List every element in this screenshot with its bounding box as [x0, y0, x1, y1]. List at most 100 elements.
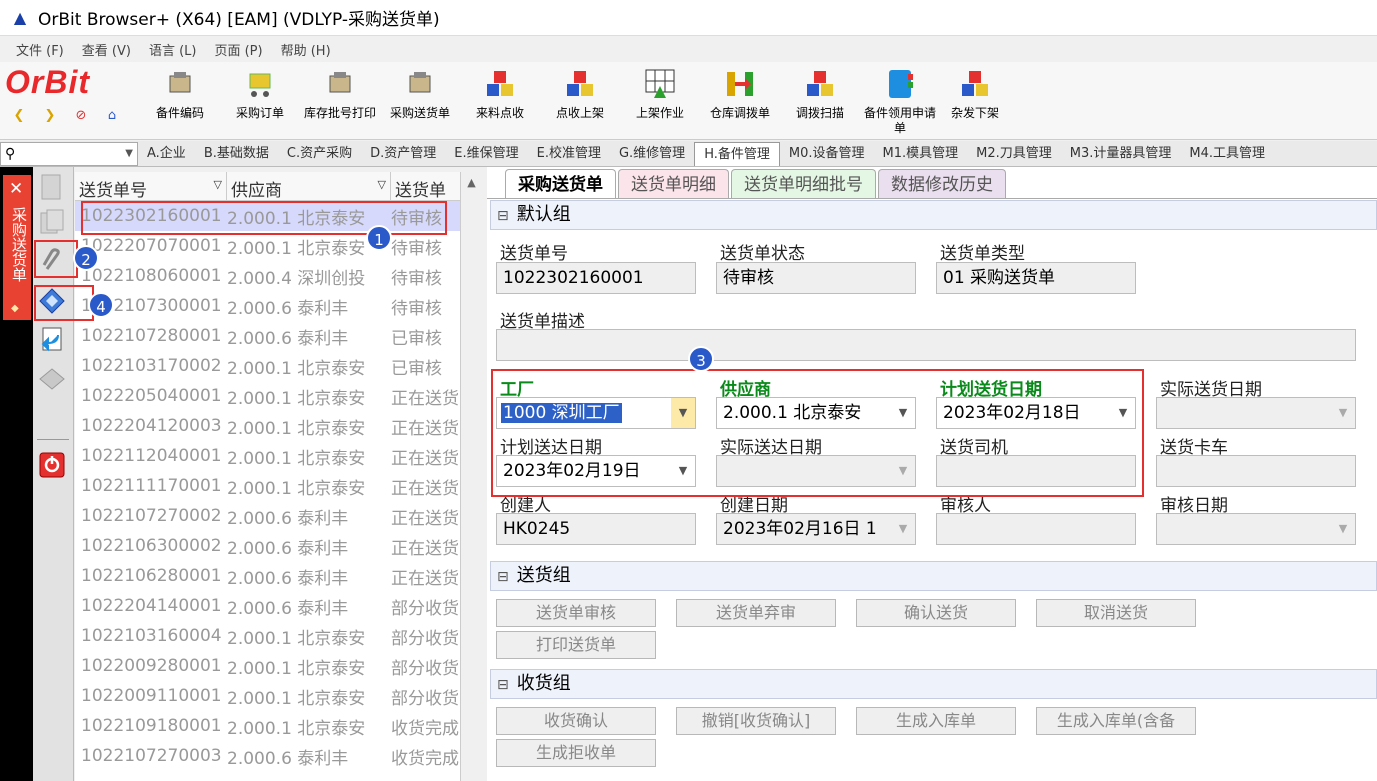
menu-language[interactable]: 语言 (L) [149, 40, 197, 59]
search-input[interactable]: ⚲ ▼ [0, 141, 138, 166]
list-item[interactable]: 1022204120003 2.000.1 北京泰安 正在送货 [75, 411, 460, 441]
list-item[interactable]: 1022103160004 2.000.1 北京泰安 部分收货 [75, 621, 460, 651]
col-header-no[interactable]: 送货单号 ▽ [75, 172, 227, 200]
tab-calibration[interactable]: E.校准管理 [528, 142, 610, 166]
list-item[interactable]: 1022205040001 2.000.1 北京泰安 正在送货 [75, 381, 460, 411]
chevron-down-icon[interactable]: ▼ [1331, 514, 1355, 544]
scroll-up-icon[interactable]: ▲ [461, 176, 482, 189]
create-inbound-button[interactable]: 生成入库单 [856, 707, 1016, 735]
toolbar-part-code[interactable]: 备件编码 [140, 66, 220, 121]
list-item[interactable]: 1022107270002 2.000.6 泰利丰 正在送货 [75, 501, 460, 531]
tab-asset-purchase[interactable]: C.资产采购 [278, 142, 361, 166]
tab-detail-batch[interactable]: 送货单明细批号 [731, 169, 876, 199]
toolbar-shelve-work[interactable]: 上架作业 [620, 66, 700, 121]
list-item[interactable]: 1022103170002 2.000.1 北京泰安 已审核 [75, 351, 460, 381]
list-item[interactable]: 1022204140001 2.000.6 泰利丰 部分收货 [75, 591, 460, 621]
create-inbound-with-spare-button[interactable]: 生成入库单(含备 [1036, 707, 1196, 735]
list-item[interactable]: 1022106300002 2.000.6 泰利丰 正在送货 [75, 531, 460, 561]
tab-spare-parts[interactable]: H.备件管理 [694, 141, 780, 166]
group-delivery[interactable]: ⊟ 送货组 [490, 561, 1377, 591]
field-delivery-desc[interactable] [496, 329, 1356, 361]
field-actual-delivery-date[interactable]: ▼ [1156, 397, 1356, 429]
col-header-status[interactable]: 送货单 [391, 172, 460, 200]
tab-repair[interactable]: G.维修管理 [610, 142, 694, 166]
list-item[interactable]: 1022009280001 2.000.1 北京泰安 部分收货 [75, 651, 460, 681]
field-delivery-type[interactable]: 01 采购送货单 [936, 262, 1136, 294]
tab-enterprise[interactable]: A.企业 [138, 142, 195, 166]
menu-help[interactable]: 帮助 (H) [281, 40, 331, 59]
group-default[interactable]: ⊟ 默认组 [490, 200, 1377, 230]
toolbar-warehouse-transfer[interactable]: 仓库调拨单 [700, 66, 780, 121]
field-delivery-status[interactable]: 待审核 [716, 262, 916, 294]
back-icon[interactable]: ❮ [10, 106, 28, 124]
toolbar-parts-requisition[interactable]: 备件领用申请单 [860, 66, 940, 136]
toolbar-purchase-order[interactable]: 采购订单 [220, 66, 300, 121]
tab-tool[interactable]: M4.工具管理 [1180, 142, 1274, 166]
list-scrollbar[interactable]: ▲ [460, 172, 482, 781]
stop-icon[interactable]: ⊘ [72, 106, 90, 124]
col-header-supplier[interactable]: 供应商 ▽ [227, 172, 391, 200]
menu-file[interactable]: 文件 (F) [16, 40, 64, 59]
list-item[interactable]: 1022207070001 2.000.1 北京泰安 待审核 [75, 231, 460, 261]
list-item[interactable]: 1022112040001 2.000.1 北京泰安 正在送货 [75, 441, 460, 471]
tab-delivery-detail[interactable]: 送货单明细 [618, 169, 729, 199]
list-item[interactable]: 1022109180001 2.000.1 北京泰安 收货完成 [75, 711, 460, 741]
tab-equipment[interactable]: M0.设备管理 [780, 142, 874, 166]
chevron-down-icon[interactable]: ▼ [125, 148, 133, 159]
tab-asset-management[interactable]: D.资产管理 [361, 142, 445, 166]
tab-gauge[interactable]: M3.计量器具管理 [1061, 142, 1181, 166]
field-delivery-no[interactable]: 1022302160001 [496, 262, 696, 294]
audit-delivery-button[interactable]: 送货单审核 [496, 599, 656, 627]
toolbar-purchase-delivery[interactable]: 采购送货单 [380, 66, 460, 121]
menu-view[interactable]: 查看 (V) [82, 40, 131, 59]
list-item[interactable]: 1022107300001 2.000.6 泰利丰 待审核 [75, 291, 460, 321]
group-receive[interactable]: ⊟ 收货组 [490, 669, 1377, 699]
list-item[interactable]: 1022111170001 2.000.1 北京泰安 正在送货 [75, 471, 460, 501]
collapse-icon[interactable]: ⊟ [497, 208, 509, 224]
filter-icon[interactable]: ▽ [214, 178, 222, 191]
create-rejection-button[interactable]: 生成拒收单 [496, 739, 656, 767]
tab-maintenance[interactable]: E.维保管理 [445, 142, 527, 166]
home-icon[interactable]: ⌂ [103, 106, 121, 124]
collapse-icon[interactable]: ⊟ [497, 677, 509, 693]
print-delivery-button[interactable]: 打印送货单 [496, 631, 656, 659]
list-item[interactable]: 1022107280001 2.000.6 泰利丰 已审核 [75, 321, 460, 351]
field-auditor[interactable] [936, 513, 1136, 545]
tab-purchase-delivery[interactable]: 采购送货单 [505, 169, 616, 199]
confirm-receipt-button[interactable]: 收货确认 [496, 707, 656, 735]
copy-doc-icon[interactable] [36, 207, 68, 239]
revoke-receipt-button[interactable]: 撤销[收货确认] [676, 707, 836, 735]
filter-icon[interactable]: ▽ [378, 178, 386, 191]
list-item[interactable]: 1022108060001 2.000.4 深圳创投 待审核 [75, 261, 460, 291]
collapse-icon[interactable]: ⊟ [497, 569, 509, 585]
list-item[interactable]: 1022107270003 2.000.6 泰利丰 收货完成 [75, 741, 460, 771]
list-item[interactable]: 1022106280001 2.000.6 泰利丰 正在送货 [75, 561, 460, 591]
toolbar-misc-issue[interactable]: 杂发下架 [935, 66, 1015, 121]
chevron-down-icon[interactable]: ▼ [1331, 398, 1355, 428]
unaudit-delivery-button[interactable]: 送货单弃审 [676, 599, 836, 627]
toolbar-transfer-scan[interactable]: 调拨扫描 [780, 66, 860, 121]
toolbar-batch-print[interactable]: 库存批号打印 [300, 66, 380, 121]
menu-page[interactable]: 页面 (P) [214, 40, 262, 59]
undo-icon[interactable] [36, 323, 68, 355]
toolbar-incoming-count[interactable]: 来料点收 [460, 66, 540, 121]
power-icon[interactable] [36, 449, 68, 481]
side-tab-purchase-delivery[interactable]: ✕ 采购送货单 ◆ [3, 175, 31, 320]
chevron-down-icon[interactable]: ▼ [891, 514, 915, 544]
field-created-date[interactable]: 2023年02月16日 1 ▼ [716, 513, 916, 545]
tab-basic-data[interactable]: B.基础数据 [195, 142, 278, 166]
forward-icon[interactable]: ❯ [41, 106, 59, 124]
doc-icon[interactable] [36, 171, 68, 203]
toolbar-count-shelve[interactable]: 点收上架 [540, 66, 620, 121]
eraser-icon[interactable] [36, 363, 68, 395]
tab-mold[interactable]: M1.模具管理 [874, 142, 968, 166]
field-audit-date[interactable]: ▼ [1156, 513, 1356, 545]
tab-cutter[interactable]: M2.刀具管理 [967, 142, 1061, 166]
close-icon[interactable]: ✕ [9, 179, 23, 199]
field-creator[interactable]: HK0245 [496, 513, 696, 545]
field-truck[interactable] [1156, 455, 1356, 487]
cancel-delivery-button[interactable]: 取消送货 [1036, 599, 1196, 627]
list-item[interactable]: 1022009110001 2.000.1 北京泰安 部分收货 [75, 681, 460, 711]
confirm-delivery-button[interactable]: 确认送货 [856, 599, 1016, 627]
tab-change-history[interactable]: 数据修改历史 [878, 169, 1006, 199]
